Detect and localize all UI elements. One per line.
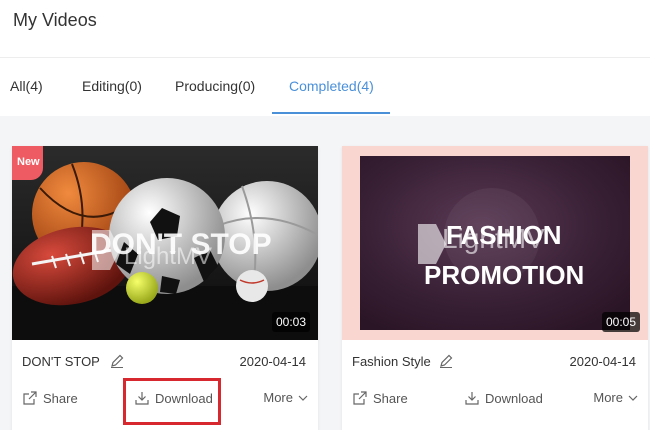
share-icon — [353, 391, 367, 405]
video-actions: Share Download More — [12, 386, 318, 414]
more-label: More — [593, 390, 623, 405]
duration-label: 00:03 — [271, 312, 310, 332]
video-meta: Fashion Style 2020-04-14 — [342, 352, 648, 372]
more-button[interactable]: More — [593, 390, 638, 405]
video-card: DON'T STOP LightMV New 00:03 DON'T STOP … — [12, 146, 318, 430]
share-label: Share — [373, 390, 408, 406]
new-badge: New — [12, 146, 43, 180]
pencil-icon[interactable] — [109, 353, 125, 369]
video-date: 2020-04-14 — [239, 354, 307, 369]
download-label: Download — [485, 390, 543, 406]
sports-balls-artwork: DON'T STOP LightMV — [12, 162, 318, 340]
video-card: LightMV FASHION PROMOTION 00:05 Fashion … — [342, 146, 648, 430]
share-button[interactable]: Share — [22, 390, 78, 406]
duration-label: 00:05 — [601, 312, 640, 332]
tab-bar: All(4) Editing(0) Producing(0) Completed… — [0, 58, 650, 116]
share-button[interactable]: Share — [352, 390, 408, 406]
page-header: My Videos — [0, 0, 650, 58]
active-tab-indicator — [272, 112, 390, 114]
tab-producing[interactable]: Producing(0) — [175, 78, 255, 94]
video-meta: DON'T STOP 2020-04-14 — [12, 352, 318, 372]
tab-completed[interactable]: Completed(4) — [289, 78, 374, 94]
chevron-down-icon — [628, 395, 638, 401]
share-icon — [23, 391, 37, 405]
pencil-icon[interactable] — [438, 353, 454, 369]
more-label: More — [263, 390, 293, 405]
chevron-down-icon — [298, 395, 308, 401]
download-icon — [465, 392, 479, 405]
tab-editing[interactable]: Editing(0) — [82, 78, 142, 94]
video-grid: DON'T STOP LightMV New 00:03 DON'T STOP … — [0, 116, 650, 430]
share-label: Share — [43, 390, 78, 406]
video-name: Fashion Style — [352, 354, 431, 369]
fashion-promo-artwork: LightMV FASHION PROMOTION — [360, 156, 630, 330]
svg-text:FASHION: FASHION — [446, 220, 562, 250]
more-button[interactable]: More — [263, 390, 308, 405]
video-name: DON'T STOP — [22, 354, 100, 369]
svg-text:LightMV: LightMV — [124, 243, 212, 270]
download-label: Download — [155, 390, 213, 406]
tab-all[interactable]: All(4) — [10, 78, 43, 94]
download-button[interactable]: Download — [134, 390, 213, 406]
download-button[interactable]: Download — [464, 390, 543, 406]
video-thumbnail[interactable]: LightMV FASHION PROMOTION 00:05 — [342, 146, 648, 340]
page-title: My Videos — [13, 10, 97, 30]
video-actions: Share Download More — [342, 386, 648, 414]
svg-text:PROMOTION: PROMOTION — [424, 260, 584, 290]
video-date: 2020-04-14 — [569, 354, 637, 369]
video-thumbnail[interactable]: DON'T STOP LightMV New 00:03 — [12, 146, 318, 340]
download-icon — [135, 392, 149, 405]
